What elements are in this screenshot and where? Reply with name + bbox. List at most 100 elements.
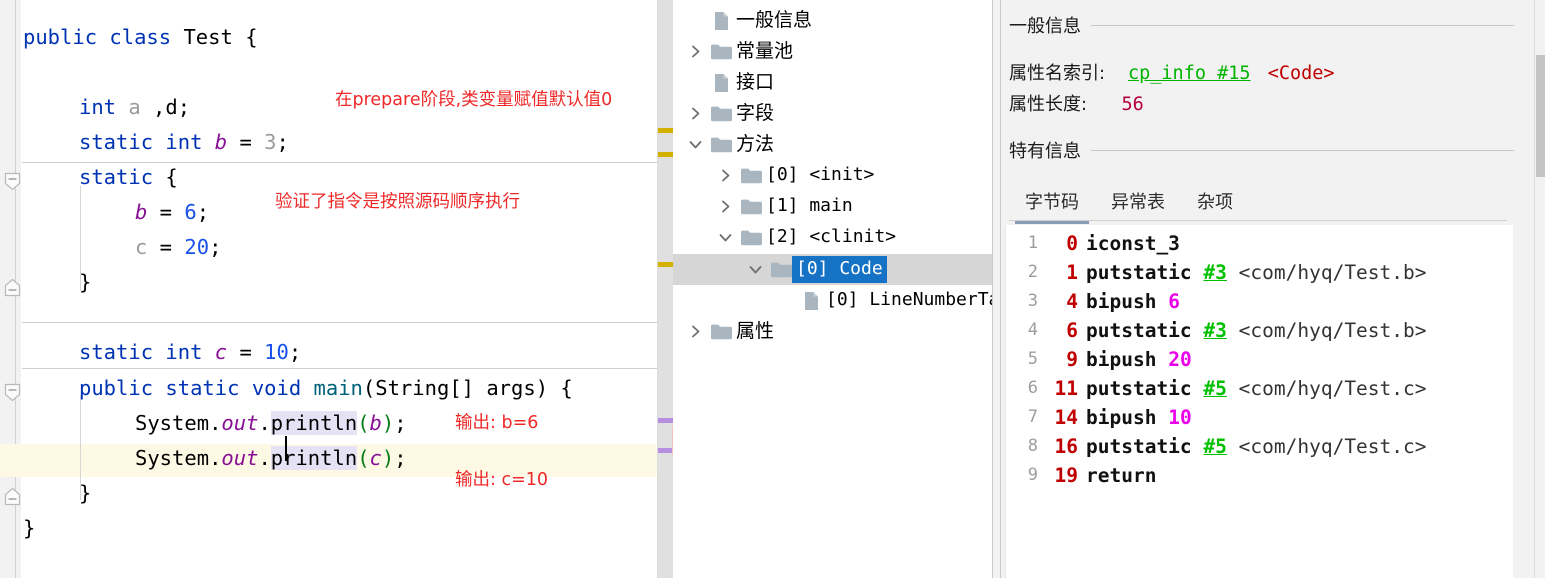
editor-marker-bar[interactable] bbox=[657, 0, 674, 578]
bytecode-offset: 19 bbox=[1054, 464, 1078, 487]
code-line[interactable]: static int b = 3; bbox=[79, 131, 289, 154]
tree-item-3[interactable]: 字段 bbox=[673, 98, 992, 129]
chevron-right-icon[interactable] bbox=[711, 160, 739, 191]
chevron-down-icon[interactable] bbox=[741, 254, 769, 285]
tree-item-0[interactable]: 一般信息 bbox=[673, 5, 992, 36]
chevron-right-icon[interactable] bbox=[681, 316, 709, 347]
right-pane-scrollbar[interactable] bbox=[1534, 0, 1545, 578]
code-line[interactable]: System.out.println(c); bbox=[135, 446, 407, 470]
bytecode-row[interactable]: 3 4 bipush 6 bbox=[1006, 287, 1514, 316]
tree-item-7[interactable]: [2] <clinit> bbox=[673, 222, 992, 253]
code-token: = bbox=[227, 340, 265, 364]
marker-stripe[interactable] bbox=[658, 128, 674, 133]
chevron-right-icon[interactable] bbox=[681, 36, 709, 67]
marker-stripe[interactable] bbox=[658, 418, 674, 423]
detail-tabs[interactable]: 字节码 异常表 杂项 bbox=[1009, 184, 1507, 224]
cp-info-link[interactable]: cp_info #15 bbox=[1128, 63, 1251, 84]
detail-pane[interactable]: 一般信息 属性名索引: cp_info #15 <Code> 属性长度: 5 6 … bbox=[1001, 0, 1545, 578]
bytecode-opcode: putstatic bbox=[1086, 435, 1192, 458]
code-surface[interactable]: public class Test { int a ,d; static int b… bbox=[21, 0, 657, 578]
section-rule bbox=[1091, 149, 1514, 151]
fold-expand-icon[interactable] bbox=[4, 278, 27, 301]
bytecode-cp-ref[interactable]: #3 bbox=[1203, 261, 1226, 284]
tab-2[interactable]: 杂项 bbox=[1181, 184, 1249, 220]
code-token: c bbox=[369, 446, 382, 470]
chevron-right-icon[interactable] bbox=[711, 191, 739, 222]
bytecode-row[interactable]: 7 14 bipush 10 bbox=[1006, 403, 1514, 432]
code-line[interactable]: System.out.println(b); bbox=[135, 411, 407, 435]
chevron-down-icon[interactable] bbox=[681, 129, 709, 160]
bytecode-row[interactable]: 8 16 putstatic #5 <com/hyq/Test.c> bbox=[1006, 432, 1514, 461]
right-pane-scrollbar-thumb[interactable] bbox=[1536, 55, 1545, 177]
bytecode-offset: 11 bbox=[1054, 377, 1078, 400]
scrollbar-thumb[interactable] bbox=[658, 0, 674, 578]
code-token: void bbox=[251, 376, 302, 400]
code-token: , bbox=[140, 95, 166, 119]
code-line[interactable]: } bbox=[23, 517, 35, 540]
code-line[interactable]: public static void main(String[] args) { bbox=[79, 377, 573, 400]
code-line[interactable]: public class Test { bbox=[23, 26, 258, 49]
marker-stripe[interactable] bbox=[658, 152, 674, 157]
marker-stripe[interactable] bbox=[658, 262, 674, 267]
code-token: = bbox=[147, 235, 185, 259]
bytecode-row[interactable]: 1 0 iconst_3 bbox=[1006, 229, 1514, 258]
tree-item-10[interactable]: 属性 bbox=[673, 316, 992, 347]
tree-item-label: 一般信息 bbox=[736, 9, 813, 31]
code-line[interactable]: int a ,d; bbox=[79, 96, 190, 119]
chevron-down-icon[interactable] bbox=[711, 222, 739, 253]
bytecode-row[interactable]: 5 9 bipush 20 bbox=[1006, 345, 1514, 374]
code-line[interactable]: c = 20; bbox=[135, 236, 221, 259]
tree-item-5[interactable]: [0] <init> bbox=[673, 160, 992, 191]
bytecode-cp-ref[interactable]: #5 bbox=[1203, 377, 1226, 400]
tree-item-label: [1] main bbox=[766, 195, 853, 216]
bytecode-offset: 16 bbox=[1054, 435, 1078, 458]
bytecode-line-number: 8 bbox=[1027, 436, 1038, 456]
fold-collapse-icon[interactable] bbox=[4, 383, 27, 406]
bytecode-line-number: 1 bbox=[1027, 233, 1038, 253]
tree-item-9[interactable]: [0] LineNumberTa bbox=[673, 285, 992, 316]
tab-1[interactable]: 异常表 bbox=[1095, 184, 1181, 220]
bytecode-offset: 14 bbox=[1054, 406, 1078, 429]
code-token: . bbox=[258, 446, 271, 470]
tree-item-8[interactable]: [0] Code bbox=[673, 254, 992, 285]
bytecode-scrollbar[interactable] bbox=[1513, 225, 1523, 578]
tree-item-2[interactable]: 接口 bbox=[673, 67, 992, 98]
bytecode-row[interactable]: 4 6 putstatic #3 <com/hyq/Test.b> bbox=[1006, 316, 1514, 345]
fold-collapse-icon[interactable] bbox=[4, 172, 27, 195]
code-token: static bbox=[79, 340, 154, 364]
bytecode-cp-ref[interactable]: #5 bbox=[1203, 435, 1226, 458]
bytecode-row[interactable]: 9 19 return bbox=[1006, 461, 1514, 490]
code-token: String bbox=[375, 376, 450, 400]
classfile-tree-pane[interactable]: 一般信息常量池 接口 字段 方法 [0] <init> [1] main [2] <clin… bbox=[673, 0, 992, 578]
code-editor-pane[interactable]: public class Test { int a ,d; static int b… bbox=[0, 0, 657, 578]
code-token: System bbox=[135, 411, 210, 435]
tree-item-6[interactable]: [1] main bbox=[673, 191, 992, 222]
code-line[interactable]: b = 6; bbox=[135, 201, 209, 224]
code-token: } bbox=[79, 270, 92, 294]
attribute-name-index-row: 属性名索引: cp_info #15 <Code> bbox=[1009, 59, 1335, 85]
tree-item-label: [0] <init> bbox=[766, 164, 875, 185]
tree-item-4[interactable]: 方法 bbox=[673, 129, 992, 160]
chevron-right-icon[interactable] bbox=[681, 98, 709, 129]
code-line[interactable]: static int c = 10; bbox=[79, 341, 301, 364]
folder-icon bbox=[709, 316, 732, 347]
panel-divider[interactable] bbox=[992, 0, 1001, 578]
bytecode-row[interactable]: 6 11 putstatic #5 <com/hyq/Test.c> bbox=[1006, 374, 1514, 403]
code-line[interactable]: } bbox=[79, 482, 91, 505]
bytecode-cp-ref[interactable]: #3 bbox=[1203, 319, 1226, 342]
tree-item-1[interactable]: 常量池 bbox=[673, 36, 992, 67]
code-token: b bbox=[214, 130, 228, 154]
code-token: ; bbox=[177, 95, 191, 119]
bytecode-row[interactable]: 2 1 putstatic #3 <com/hyq/Test.b> bbox=[1006, 258, 1514, 287]
bytecode-listing[interactable]: 1 0 iconst_3 2 1 putstatic #3 <com/hyq/Test.b… bbox=[1005, 225, 1513, 578]
code-line[interactable]: static { bbox=[79, 166, 178, 189]
bytecode-instruction: bipush 10 bbox=[1086, 403, 1192, 432]
code-line[interactable]: } bbox=[79, 271, 91, 294]
fold-expand-icon[interactable] bbox=[4, 487, 27, 510]
tab-0[interactable]: 字节码 bbox=[1009, 184, 1095, 224]
